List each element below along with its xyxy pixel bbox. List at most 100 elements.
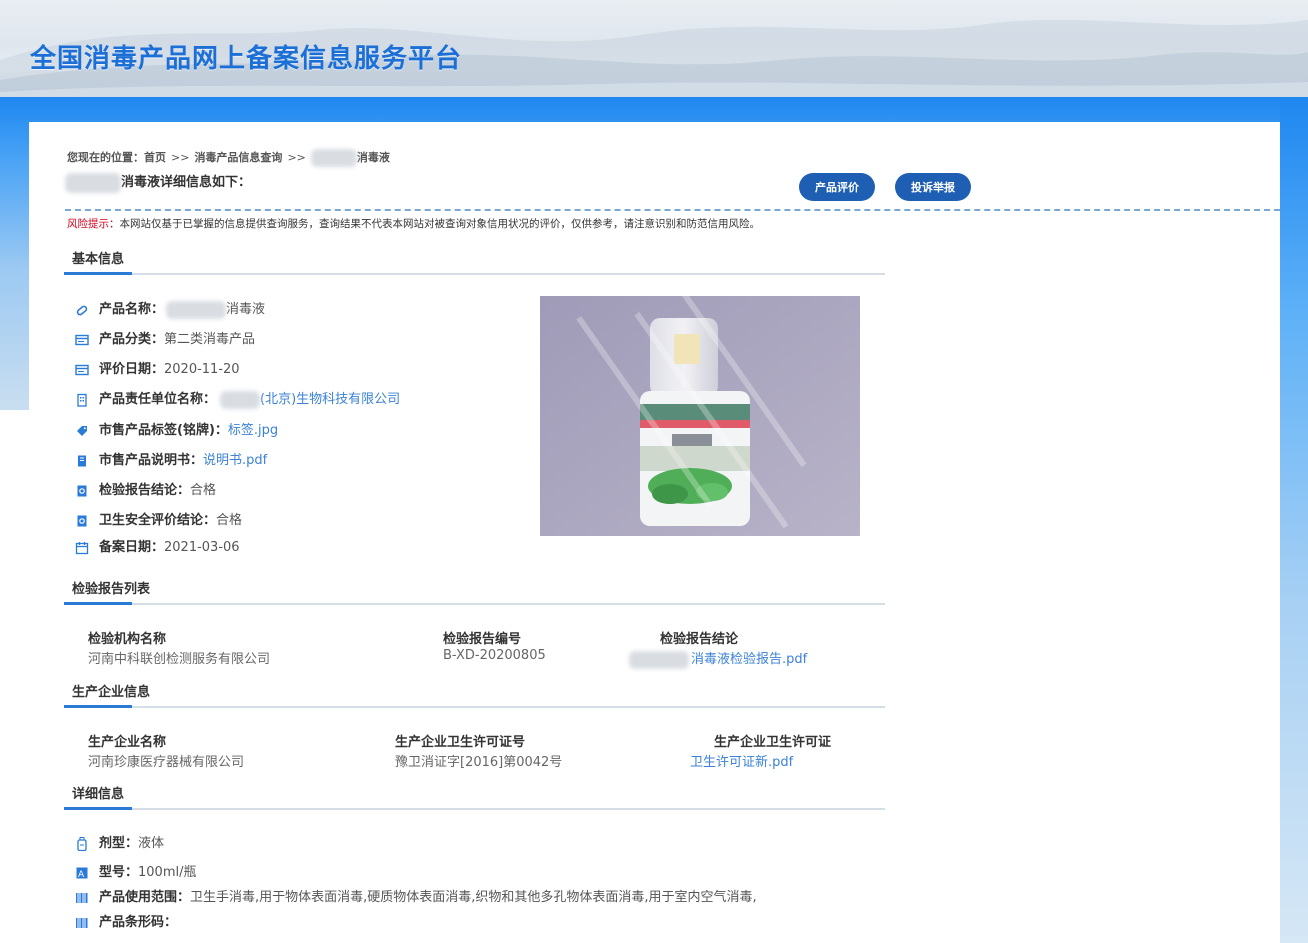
safety-label: 卫生安全评价结论： xyxy=(99,513,217,528)
product-name-value: 消毒液 xyxy=(226,302,266,317)
detail-card: 您现在的位置：首页 >> 消毒产品信息查询 >> 消毒液 消毒液详细信息如下： 产品评价… xyxy=(29,122,1280,943)
background-band-right xyxy=(1280,97,1308,943)
manufacturer-license-no: 豫卫消证字[2016]第0042号 xyxy=(395,755,563,770)
info-tag: 市售产品标签(铭牌)：标签.jpg xyxy=(75,420,278,442)
detail-title: 消毒液详细信息如下： xyxy=(65,171,251,193)
info-eval-date: 评价日期：2020-11-20 xyxy=(75,359,240,381)
redacted-text xyxy=(65,172,121,193)
tag-label: 市售产品标签(铭牌)： xyxy=(99,423,228,438)
info-safety: 卫生安全评价结论：合格 xyxy=(75,510,242,532)
report-org: 河南中科联创检测服务有限公司 xyxy=(88,652,271,667)
section-manufacturer: 生产企业信息 xyxy=(64,680,885,708)
company-link[interactable]: (北京)生物科技有限公司 xyxy=(260,392,400,407)
divider xyxy=(65,209,1280,211)
report-conclusion-file[interactable]: 消毒液检验报告.pdf xyxy=(691,652,807,667)
breadcrumb-prefix: 您现在的位置： xyxy=(67,151,144,164)
product-evaluate-button[interactable]: 产品评价 xyxy=(799,173,875,201)
inspection-value: 合格 xyxy=(190,483,217,498)
col-header-license: 生产企业卫生许可证 xyxy=(714,735,832,750)
info-model: A 型号：100ml/瓶 xyxy=(75,862,196,884)
record-date-label: 备案日期： xyxy=(99,540,165,555)
form-label: 剂型： xyxy=(99,836,139,851)
section-underline xyxy=(64,807,132,810)
bottle-icon xyxy=(77,836,87,851)
info-inspection: 检验报告结论：合格 xyxy=(75,480,216,502)
section-details: 详细信息 xyxy=(64,782,885,810)
tag-file-link[interactable]: 标签.jpg xyxy=(228,423,278,438)
report-icon xyxy=(77,485,87,496)
section-title: 详细信息 xyxy=(72,787,125,802)
report-conclusion-link[interactable]: 消毒液检验报告.pdf xyxy=(629,648,807,669)
product-name-label: 产品名称： xyxy=(99,302,165,317)
risk-label: 风险提示： xyxy=(67,218,120,230)
section-underline xyxy=(64,272,132,275)
col-header-org: 检验机构名称 xyxy=(88,632,167,647)
manufacturer-name: 河南珍康医疗器械有限公司 xyxy=(88,755,245,770)
breadcrumb-query[interactable]: 消毒产品信息查询 xyxy=(194,151,282,164)
info-record-date: 备案日期：2021-03-06 xyxy=(75,537,240,559)
detail-title-text: 消毒液详细信息如下： xyxy=(121,175,252,190)
calendar-icon xyxy=(75,541,89,554)
redacted-text xyxy=(310,149,357,167)
info-form: 剂型：液体 xyxy=(75,833,164,855)
inspection-label: 检验报告结论： xyxy=(99,483,191,498)
section-title: 检验报告列表 xyxy=(72,582,151,597)
risk-text: 本网站仅基于已掌握的信息提供查询服务，查询结果不代表本网站对被查询对象信用状况的… xyxy=(119,218,761,230)
manual-file-link[interactable]: 说明书.pdf xyxy=(203,453,267,468)
breadcrumb-current: 消毒液 xyxy=(356,151,390,164)
eval-date-label: 评价日期： xyxy=(99,362,165,377)
manufacturer-license-link[interactable]: 卫生许可证新.pdf xyxy=(690,751,793,770)
info-category: 产品分类：第二类消毒产品 xyxy=(75,329,255,351)
info-manual: 市售产品说明书：说明书.pdf xyxy=(75,450,267,472)
site-header: 全国消毒产品网上备案信息服务平台 xyxy=(0,0,1308,97)
safety-value: 合格 xyxy=(216,513,243,528)
scope-label: 产品使用范围： xyxy=(99,890,191,905)
card-icon xyxy=(75,364,89,375)
breadcrumb-home[interactable]: 首页 xyxy=(144,151,166,164)
complaint-report-button[interactable]: 投诉举报 xyxy=(895,173,971,201)
col-header-manufacturer-name: 生产企业名称 xyxy=(88,735,167,750)
report-number: B-XD-20200805 xyxy=(443,648,546,663)
section-title: 基本信息 xyxy=(72,252,125,267)
info-barcode: 产品条形码： xyxy=(75,912,177,934)
barcode-label: 产品条形码： xyxy=(99,915,178,930)
section-basic-info: 基本信息 xyxy=(64,247,885,275)
building-icon xyxy=(77,393,87,407)
barcode-icon xyxy=(76,917,88,928)
form-value: 液体 xyxy=(138,836,165,851)
book-icon xyxy=(78,455,86,466)
manual-label: 市售产品说明书： xyxy=(99,453,204,468)
risk-notice: 风险提示：本网站仅基于已掌握的信息提供查询服务，查询结果不代表本网站对被查询对象… xyxy=(67,216,760,231)
col-header-conclusion: 检验报告结论 xyxy=(660,632,739,647)
site-title[interactable]: 全国消毒产品网上备案信息服务平台 xyxy=(30,38,462,75)
breadcrumb-separator: >> xyxy=(171,151,190,164)
section-report-list: 检验报告列表 xyxy=(64,577,885,605)
pill-icon xyxy=(76,305,88,315)
eval-date-value: 2020-11-20 xyxy=(164,362,240,377)
model-label: 型号： xyxy=(99,865,139,880)
info-company: 产品责任单位名称： (北京)生物科技有限公司 xyxy=(75,389,400,411)
section-title: 生产企业信息 xyxy=(72,685,151,700)
col-header-license-no: 生产企业卫生许可证号 xyxy=(395,735,526,750)
record-date-value: 2021-03-06 xyxy=(164,540,240,555)
svg-text:A: A xyxy=(78,870,85,880)
col-header-number: 检验报告编号 xyxy=(443,632,522,647)
info-scope: 产品使用范围：卫生手消毒,用于物体表面消毒,硬质物体表面消毒,织物和其他多孔物体… xyxy=(75,887,757,909)
product-photo[interactable] xyxy=(540,296,860,536)
model-value: 100ml/瓶 xyxy=(138,865,197,880)
tag-icon xyxy=(77,425,87,436)
section-underline xyxy=(64,705,132,708)
info-product-name: 产品名称： 消毒液 xyxy=(75,299,265,321)
redacted-text xyxy=(629,650,689,669)
redacted-text xyxy=(220,390,261,409)
card-icon xyxy=(75,334,89,345)
redacted-text xyxy=(166,300,227,319)
breadcrumb: 您现在的位置：首页 >> 消毒产品信息查询 >> 消毒液 xyxy=(67,149,390,167)
category-label: 产品分类： xyxy=(99,332,165,347)
section-underline xyxy=(64,602,132,605)
breadcrumb-separator: >> xyxy=(287,151,306,164)
report-icon xyxy=(77,515,87,526)
font-size-icon: A xyxy=(76,867,88,880)
disinfectant-bottle-image xyxy=(540,296,860,536)
scope-value: 卫生手消毒,用于物体表面消毒,硬质物体表面消毒,织物和其他多孔物体表面消毒,用于… xyxy=(190,890,757,905)
